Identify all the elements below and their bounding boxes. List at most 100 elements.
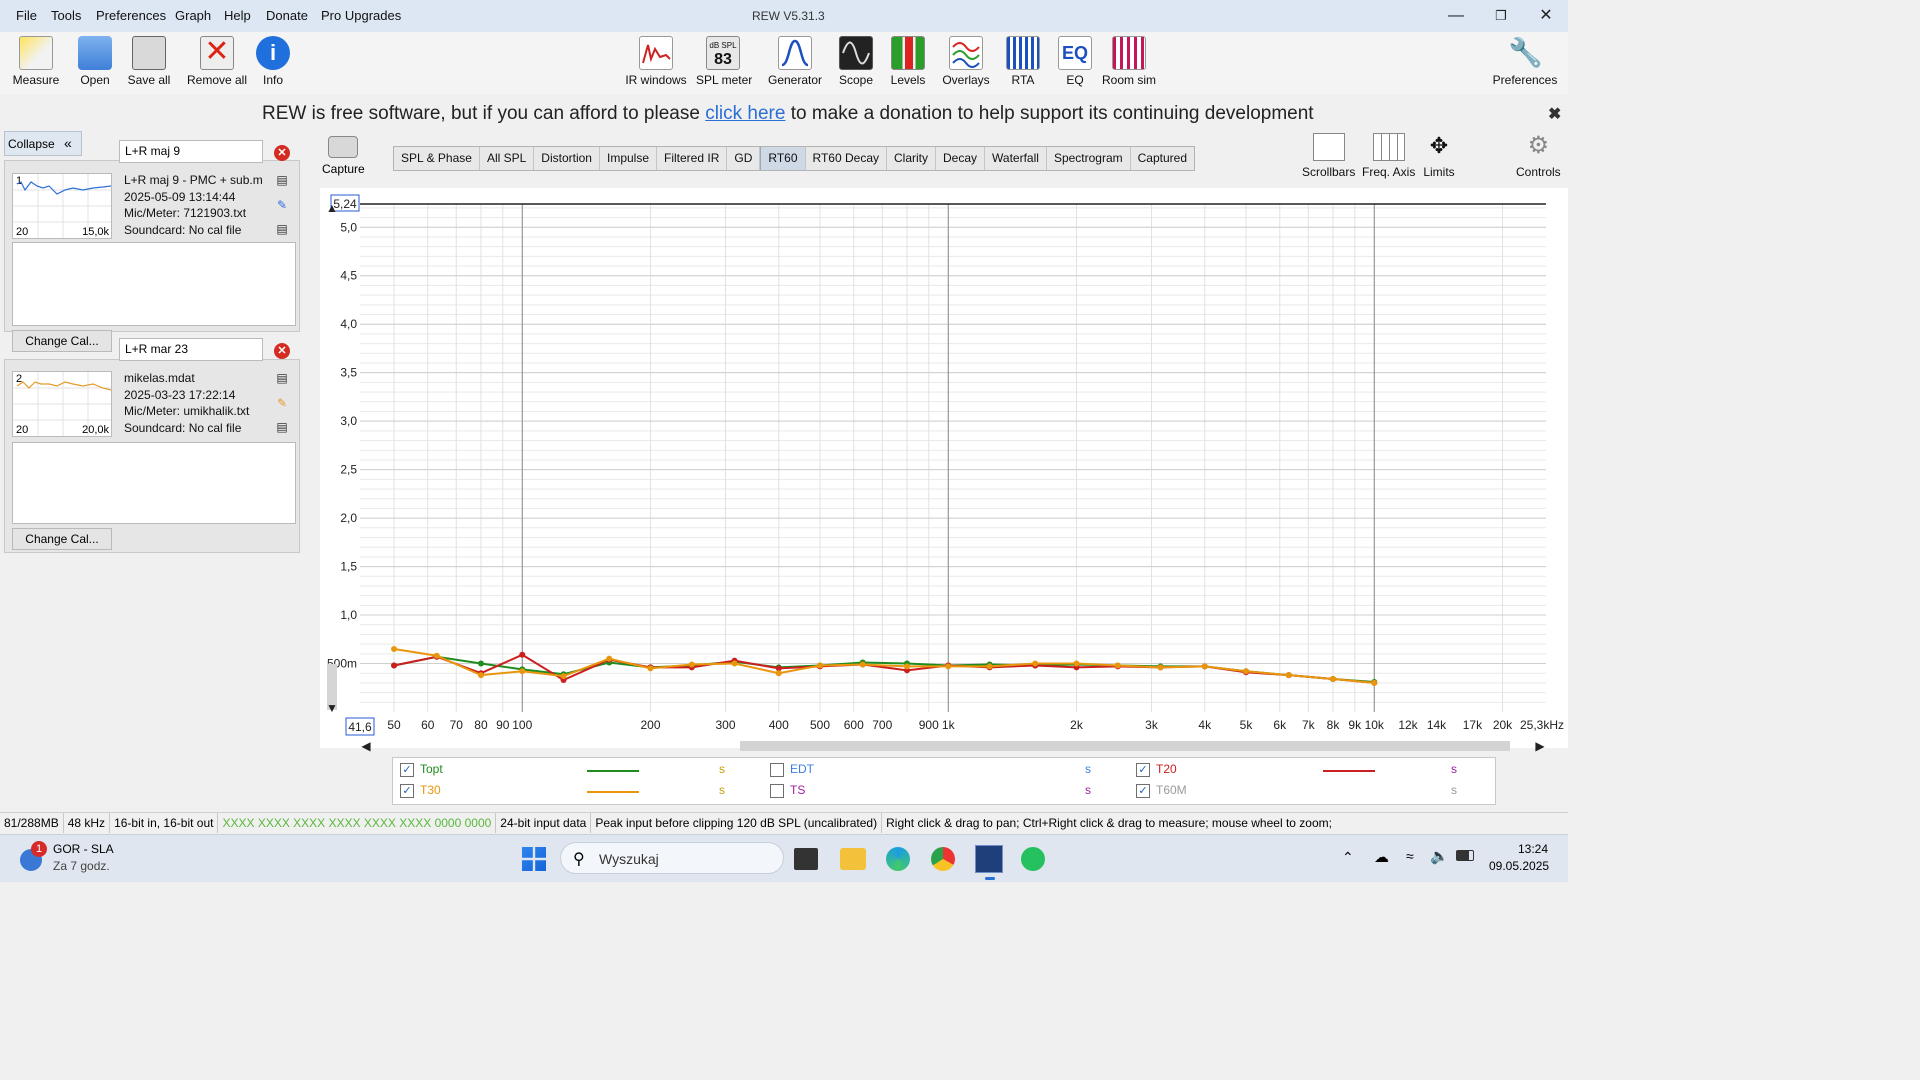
limits-button[interactable]: ✥ Limits: [1423, 133, 1455, 179]
rew-app-icon[interactable]: [975, 845, 1003, 873]
weather-title[interactable]: GOR - SLA: [53, 842, 114, 856]
change-cal-button[interactable]: Change Cal...: [12, 330, 112, 352]
delete-measurement-icon[interactable]: ✕: [274, 343, 290, 359]
measurement-notes[interactable]: [12, 442, 296, 524]
menu-donate[interactable]: Donate: [266, 8, 308, 23]
controls-button[interactable]: ⚙ Controls: [1516, 133, 1561, 180]
measurement-notes[interactable]: [12, 242, 296, 326]
close-window-button[interactable]: ✕: [1524, 2, 1568, 30]
x-tick-label: 4k: [1198, 718, 1212, 732]
rt60-chart[interactable]: 5,04,54,03,53,02,52,01,51,0500m50 60 70 80 9…: [320, 188, 1568, 758]
clock-date[interactable]: 09.05.2025: [1489, 859, 1549, 873]
tab-clarity[interactable]: Clarity: [887, 147, 937, 170]
wifi-icon[interactable]: ≈: [1406, 848, 1414, 864]
scroll-up-icon[interactable]: ▲: [326, 201, 338, 215]
notes-icon[interactable]: ▤: [275, 420, 289, 434]
eq-button[interactable]: EQ EQ: [1057, 36, 1093, 87]
tab-waterfall[interactable]: Waterfall: [985, 147, 1047, 170]
change-cal-button[interactable]: Change Cal...: [12, 528, 112, 550]
info-button[interactable]: i Info: [256, 36, 290, 87]
menu-graph[interactable]: Graph: [175, 8, 211, 23]
collapse-button[interactable]: Collapse «: [4, 131, 82, 156]
menu-help[interactable]: Help: [224, 8, 251, 23]
freq-axis-button[interactable]: Freq. Axis: [1362, 133, 1415, 179]
tab-rt60-decay[interactable]: RT60 Decay: [806, 147, 887, 170]
rta-button[interactable]: RTA: [1005, 36, 1041, 87]
menu-tools[interactable]: Tools: [51, 8, 81, 23]
notes-icon[interactable]: ▤: [275, 222, 289, 236]
measurement-thumbnail[interactable]: 1 20 15,0k: [12, 173, 112, 239]
restore-button[interactable]: ❐: [1479, 2, 1523, 30]
data-point-t30: [519, 668, 526, 675]
legend-checkbox-ts[interactable]: [770, 784, 784, 798]
legend-checkbox-t20[interactable]: ✓: [1136, 763, 1150, 777]
legend-checkbox-topt[interactable]: ✓: [400, 763, 414, 777]
scroll-left-icon[interactable]: ◀: [361, 739, 371, 753]
onedrive-icon[interactable]: ☁: [1374, 848, 1389, 866]
spl-meter-button[interactable]: dB SPL 83 SPL meter: [696, 36, 752, 87]
tab-rt60[interactable]: RT60: [760, 147, 806, 170]
levels-button[interactable]: Levels: [890, 36, 926, 87]
tab-captured[interactable]: Captured: [1131, 147, 1194, 170]
legend-checkbox-t60m[interactable]: ✓: [1136, 784, 1150, 798]
data-point-t30: [560, 673, 567, 680]
x-tick-label: 12k: [1398, 718, 1418, 732]
tab-decay[interactable]: Decay: [936, 147, 986, 170]
room-sim-icon: [1112, 36, 1146, 70]
horizontal-scrollbar-thumb[interactable]: [740, 741, 1510, 751]
peak-input-status: Peak input before clipping 120 dB SPL (u…: [591, 813, 883, 833]
save-all-button[interactable]: Save all: [126, 36, 172, 87]
x-tick-label: 80: [474, 718, 488, 732]
double-chevron-left-icon: «: [64, 135, 72, 151]
tab-all-spl[interactable]: All SPL: [480, 147, 535, 170]
measure-button[interactable]: Measure: [12, 36, 60, 87]
overlays-button[interactable]: Overlays: [941, 36, 991, 87]
chrome-icon[interactable]: [931, 847, 955, 871]
donate-link[interactable]: click here: [705, 103, 785, 124]
taskbar-search-input[interactable]: ⚲ Wyszukaj: [560, 842, 784, 874]
start-icon[interactable]: [522, 847, 546, 871]
task-view-icon[interactable]: [794, 848, 818, 870]
measurement-name-field[interactable]: L+R mar 23: [119, 338, 263, 361]
settings-icon[interactable]: ▤: [275, 173, 289, 187]
menu-pro-upgrades[interactable]: Pro Upgrades: [321, 8, 401, 23]
scroll-down-icon[interactable]: ▼: [326, 701, 338, 715]
scroll-right-icon[interactable]: ▶: [1535, 739, 1545, 753]
close-banner-icon[interactable]: ✖: [1548, 104, 1561, 124]
room-sim-button[interactable]: Room sim: [1100, 36, 1158, 87]
battery-icon[interactable]: [1456, 850, 1474, 861]
x-min-value[interactable]: 41,6: [348, 720, 372, 734]
x-tick-label: 700: [872, 718, 892, 732]
ir-windows-button[interactable]: IR windows: [624, 36, 688, 87]
settings-icon[interactable]: ▤: [275, 371, 289, 385]
whatsapp-icon[interactable]: [1021, 847, 1045, 871]
file-explorer-icon[interactable]: [840, 848, 866, 870]
menu-preferences[interactable]: Preferences: [96, 8, 166, 23]
tab-impulse[interactable]: Impulse: [600, 147, 658, 170]
open-button[interactable]: Open: [76, 36, 114, 87]
tab-gd[interactable]: GD: [727, 147, 761, 170]
menu-file[interactable]: File: [16, 8, 37, 23]
capture-button[interactable]: Capture: [322, 136, 365, 176]
measurement-thumbnail[interactable]: 2 20 20,0k: [12, 371, 112, 437]
edge-icon[interactable]: [886, 847, 910, 871]
legend-checkbox-edt[interactable]: [770, 763, 784, 777]
delete-measurement-icon[interactable]: ✕: [274, 145, 290, 161]
volume-icon[interactable]: 🔈: [1430, 847, 1449, 865]
generator-button[interactable]: Generator: [767, 36, 823, 87]
tab-spl-phase[interactable]: SPL & Phase: [394, 147, 480, 170]
tab-distortion[interactable]: Distortion: [534, 147, 600, 170]
remove-all-button[interactable]: ✕ Remove all: [185, 36, 249, 87]
tab-spectrogram[interactable]: Spectrogram: [1047, 147, 1131, 170]
clock-time[interactable]: 13:24: [1518, 842, 1548, 856]
chevron-up-icon[interactable]: ⌃: [1342, 849, 1354, 866]
scrollbars-button[interactable]: Scrollbars: [1302, 133, 1355, 179]
legend-checkbox-t30[interactable]: ✓: [400, 784, 414, 798]
color-pen-icon[interactable]: ✎: [275, 198, 289, 212]
color-pen-icon[interactable]: ✎: [275, 396, 289, 410]
tab-filtered-ir[interactable]: Filtered IR: [657, 147, 728, 170]
preferences-button[interactable]: 🔧 Preferences: [1492, 36, 1558, 87]
minimize-button[interactable]: —: [1434, 2, 1478, 30]
measurement-name-field[interactable]: L+R maj 9: [119, 140, 263, 163]
scope-button[interactable]: Scope: [838, 36, 874, 87]
